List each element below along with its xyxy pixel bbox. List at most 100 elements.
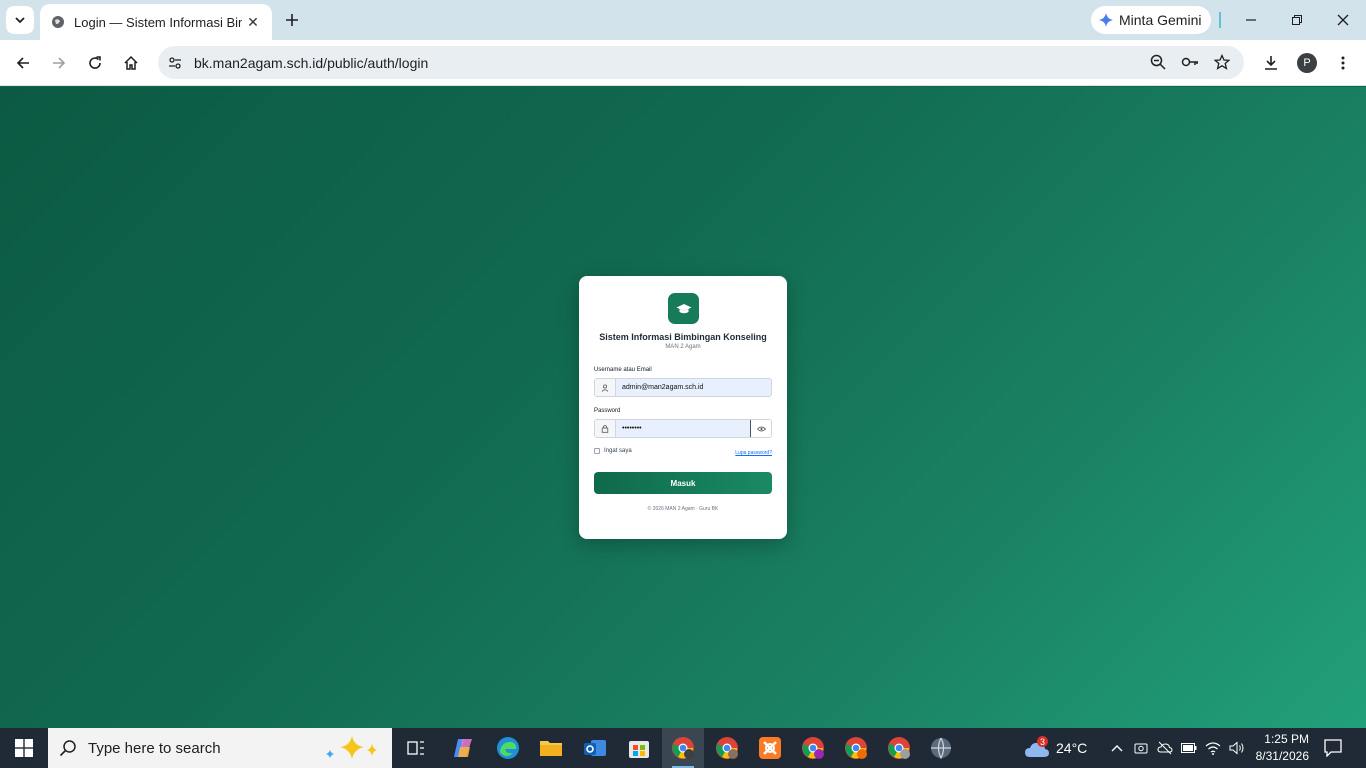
edge-app[interactable]: [487, 728, 529, 768]
system-clock[interactable]: 1:25 PM 8/31/2026: [1247, 731, 1309, 765]
taskbar-search[interactable]: Type here to search: [48, 728, 392, 768]
arrow-right-icon: [53, 57, 66, 69]
chrome-icon: [672, 737, 694, 759]
reload-button[interactable]: [81, 49, 109, 77]
chrome-icon: [845, 737, 867, 759]
reload-icon: [89, 56, 101, 69]
close-window-button[interactable]: [1329, 6, 1357, 34]
notification-icon[interactable]: [1323, 738, 1343, 758]
login-card: Sistem Informasi Bimbingan Konseling MAN…: [579, 276, 787, 539]
remember-checkbox[interactable]: [594, 448, 600, 454]
gemini-sparkle-icon: [1099, 13, 1113, 27]
network-tool-app[interactable]: [920, 728, 962, 768]
wifi-icon[interactable]: [1203, 738, 1223, 758]
remember-me[interactable]: Ingat saya: [594, 448, 632, 454]
login-title: Sistem Informasi Bimbingan Konseling: [599, 332, 767, 342]
battery-icon[interactable]: [1179, 738, 1199, 758]
cloud-off-icon[interactable]: [1155, 738, 1175, 758]
clock-time: 1:25 PM: [1264, 732, 1309, 746]
chrome-app-active[interactable]: [662, 728, 704, 768]
password-field[interactable]: ••••••••: [594, 419, 772, 438]
bookmark-star-icon[interactable]: [1212, 52, 1232, 72]
globe-icon: [50, 14, 66, 30]
lock-icon: [595, 420, 616, 437]
chrome-profile-m-app[interactable]: [792, 728, 834, 768]
zoom-icon[interactable]: [1148, 52, 1168, 72]
tab-title: Login — Sistem Informasi Bimbingan Konse…: [74, 14, 242, 30]
clock-date: 8/31/2026: [1255, 749, 1309, 763]
username-field[interactable]: admin@man2agam.sch.id: [594, 378, 772, 397]
password-key-icon[interactable]: [1180, 52, 1200, 72]
more-vertical-icon: [1341, 56, 1345, 70]
browser-tab-active[interactable]: Login — Sistem Informasi Bimbingan Konse…: [40, 4, 272, 40]
tab-search-button[interactable]: [6, 6, 34, 34]
toolbar-divider: [1219, 12, 1221, 28]
copilot-sparkle-icon: [322, 734, 382, 767]
profile-avatar[interactable]: P: [1297, 53, 1317, 73]
volume-icon[interactable]: [1227, 738, 1247, 758]
gemini-label: Minta Gemini: [1119, 12, 1202, 28]
weather-temp[interactable]: 24°C: [1056, 740, 1087, 756]
file-explorer-app[interactable]: [530, 728, 572, 768]
login-subtitle: MAN 2 Agam: [665, 344, 701, 350]
page-background: Sistem Informasi Bimbingan Konseling MAN…: [0, 87, 1366, 728]
chrome-profile-alt-app[interactable]: [878, 728, 920, 768]
minimize-button[interactable]: [1237, 6, 1265, 34]
address-bar[interactable]: bk.man2agam.sch.id/public/auth/login: [158, 46, 1244, 79]
username-label: Username atau Email: [594, 367, 652, 373]
password-label: Password: [594, 408, 621, 414]
chevron-down-icon: [15, 17, 25, 24]
site-info-icon[interactable]: [160, 48, 190, 78]
home-icon: [124, 55, 138, 70]
minimize-icon: [1246, 19, 1256, 21]
store-icon: [629, 741, 649, 758]
arrow-left-icon: [16, 57, 29, 69]
copilot-app[interactable]: [442, 728, 484, 768]
forward-button[interactable]: [45, 49, 73, 77]
restore-icon: [1292, 15, 1302, 25]
windows-logo-icon: [15, 739, 33, 757]
xampp-app[interactable]: [749, 728, 791, 768]
login-footer: © 2026 MAN 2 Agam · Guru BK: [647, 506, 719, 512]
tab-close-icon[interactable]: ✕: [244, 13, 262, 31]
folder-icon: [540, 741, 562, 756]
search-placeholder[interactable]: Type here to search: [88, 740, 221, 757]
ms-store-app[interactable]: [618, 728, 660, 768]
chrome-profile-k2-app[interactable]: [835, 728, 877, 768]
start-button[interactable]: [0, 728, 48, 768]
close-icon: [1337, 14, 1349, 26]
camera-icon[interactable]: [1131, 738, 1151, 758]
chrome-profile-k-app[interactable]: [706, 728, 748, 768]
username-input[interactable]: admin@man2agam.sch.id: [616, 379, 771, 396]
task-view-button[interactable]: [395, 728, 437, 768]
forgot-password-link[interactable]: Lupa password?: [735, 450, 772, 456]
graduation-cap-icon: [676, 303, 691, 313]
remember-label: Ingat saya: [604, 448, 632, 454]
copilot-icon: [454, 739, 472, 757]
search-icon: [48, 739, 88, 757]
user-icon: [595, 379, 616, 396]
download-icon: [1265, 56, 1277, 70]
downloads-button[interactable]: [1257, 49, 1285, 77]
url-text[interactable]: bk.man2agam.sch.id/public/auth/login: [194, 55, 428, 71]
chrome-icon: [802, 737, 824, 759]
show-password-toggle[interactable]: [750, 420, 771, 437]
login-submit-button[interactable]: Masuk: [594, 472, 772, 494]
back-button[interactable]: [9, 49, 37, 77]
outlook-app[interactable]: [574, 728, 616, 768]
browser-toolbar: bk.man2agam.sch.id/public/auth/login P: [0, 40, 1366, 86]
browser-menu-button[interactable]: [1329, 49, 1357, 77]
chrome-icon: [888, 737, 910, 759]
browser-tabstrip: Login — Sistem Informasi Bimbingan Konse…: [0, 0, 1366, 40]
edge-icon: [497, 737, 519, 759]
eye-icon: [756, 426, 766, 431]
restore-button[interactable]: [1283, 6, 1311, 34]
chevron-up-icon[interactable]: [1107, 738, 1127, 758]
home-button[interactable]: [117, 49, 145, 77]
app-logo: [668, 293, 699, 324]
outlook-icon: [584, 740, 606, 756]
plus-icon: [286, 14, 298, 26]
new-tab-button[interactable]: [282, 10, 302, 30]
gemini-button[interactable]: Minta Gemini: [1091, 6, 1211, 34]
password-input[interactable]: ••••••••: [616, 420, 750, 437]
